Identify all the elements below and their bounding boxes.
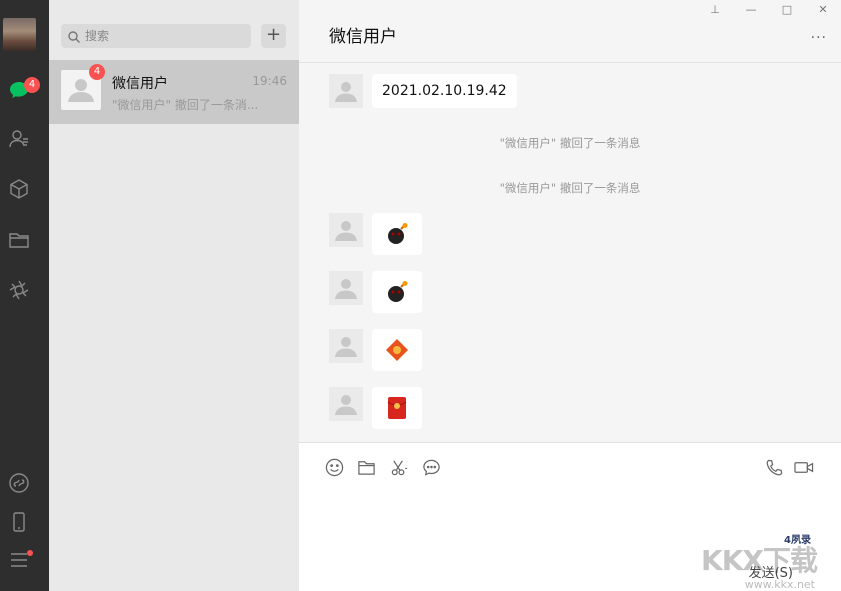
chat-panel: ⊥ — □ ✕ 微信用户 ··· 2021.02.10.19.42 "微信用户"… (299, 0, 841, 591)
bomb-emoji-icon (385, 280, 409, 304)
maximize-button[interactable]: □ (769, 0, 805, 20)
header-divider (299, 62, 841, 63)
session-preview: "微信用户" 撤回了一条消... (112, 96, 262, 113)
emoji-message[interactable] (372, 329, 422, 371)
pin-button[interactable]: ⊥ (697, 0, 733, 20)
bomb-emoji-icon (385, 222, 409, 246)
moments-icon[interactable] (8, 279, 30, 301)
emoji-message[interactable] (372, 213, 422, 255)
fu-blessing-emoji-icon (385, 338, 409, 362)
contacts-icon[interactable] (8, 128, 30, 150)
message-avatar[interactable] (329, 213, 363, 247)
session-item[interactable]: 4 微信用户 19:46 "微信用户" 撤回了一条消... (49, 60, 299, 124)
message-avatar[interactable] (329, 329, 363, 363)
session-time: 19:46 (252, 74, 287, 88)
voice-call-icon[interactable] (764, 457, 784, 477)
mini-programs-icon[interactable] (8, 472, 30, 494)
minimize-button[interactable]: — (733, 0, 769, 20)
more-options-button[interactable]: ··· (811, 30, 827, 46)
files-icon[interactable] (8, 229, 30, 251)
session-list-panel: 搜索 + 4 微信用户 19:46 "微信用户" 撤回了一条消... (49, 0, 299, 591)
session-name: 微信用户 (112, 73, 168, 93)
emoji-message[interactable] (372, 271, 422, 313)
watermark-url: www.kkx.net (745, 578, 815, 591)
favorites-icon[interactable] (8, 178, 30, 200)
message-avatar[interactable] (329, 271, 363, 305)
menu-notification-dot (27, 550, 33, 556)
message-avatar[interactable] (329, 74, 363, 108)
scissors-icon[interactable] (389, 457, 409, 477)
search-input[interactable]: 搜索 (85, 28, 109, 44)
session-unread-badge: 4 (89, 64, 105, 80)
add-button[interactable]: + (261, 24, 286, 48)
emoji-message[interactable] (372, 387, 422, 429)
chat-title: 微信用户 (329, 22, 397, 47)
message-bubble[interactable]: 2021.02.10.19.42 (372, 74, 517, 108)
chat-unread-badge: 4 (24, 77, 40, 93)
phone-device-icon[interactable] (8, 511, 30, 533)
video-call-icon[interactable] (792, 457, 816, 477)
system-message: "微信用户" 撤回了一条消息 (299, 135, 841, 151)
compose-area[interactable]: 4夙录 KKX下载 发送(S) www.kkx.net (299, 443, 841, 591)
system-message: "微信用户" 撤回了一条消息 (299, 180, 841, 196)
search-box[interactable]: 搜索 (61, 24, 251, 48)
chat-history-icon[interactable] (421, 457, 441, 477)
user-avatar[interactable] (3, 18, 36, 51)
close-button[interactable]: ✕ (805, 0, 841, 20)
red-packet-emoji-icon (387, 396, 407, 420)
folder-icon[interactable] (356, 457, 376, 477)
left-navigation-rail: 4 (0, 0, 49, 591)
emoji-icon[interactable] (324, 457, 344, 477)
search-icon (67, 29, 81, 43)
message-avatar[interactable] (329, 387, 363, 421)
window-controls: ⊥ — □ ✕ (697, 0, 841, 20)
